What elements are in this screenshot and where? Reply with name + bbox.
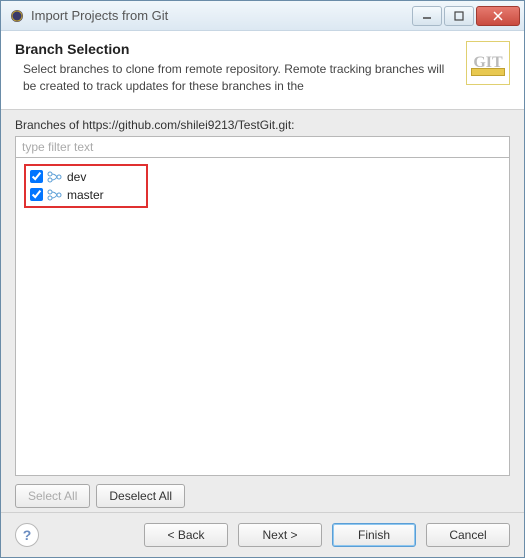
content-area: Branches of https://github.com/shilei921… — [1, 110, 524, 512]
branch-item-dev[interactable]: dev — [28, 168, 106, 186]
branch-item-master[interactable]: master — [28, 186, 106, 204]
wizard-header: Branch Selection Select branches to clon… — [1, 31, 524, 110]
back-button[interactable]: < Back — [144, 523, 228, 547]
page-title: Branch Selection — [15, 41, 456, 57]
filter-input[interactable] — [15, 136, 510, 158]
git-icon: GIT — [466, 41, 510, 85]
dialog-window: Import Projects from Git Branch Selectio… — [0, 0, 525, 558]
selection-buttons: Select All Deselect All — [15, 484, 510, 508]
branch-checkbox[interactable] — [30, 188, 43, 201]
branches-label: Branches of https://github.com/shilei921… — [15, 118, 510, 132]
window-title: Import Projects from Git — [31, 8, 412, 23]
branch-list[interactable]: dev master — [15, 158, 510, 476]
next-button[interactable]: Next > — [238, 523, 322, 547]
eclipse-icon — [9, 8, 25, 24]
help-button[interactable]: ? — [15, 523, 39, 547]
branch-name: master — [67, 188, 104, 202]
cancel-button[interactable]: Cancel — [426, 523, 510, 547]
branch-icon — [47, 169, 63, 185]
wizard-footer: ? < Back Next > Finish Cancel — [1, 512, 524, 557]
branch-checkbox[interactable] — [30, 170, 43, 183]
branch-icon — [47, 187, 63, 203]
branch-name: dev — [67, 170, 86, 184]
select-all-button[interactable]: Select All — [15, 484, 90, 508]
title-bar: Import Projects from Git — [1, 1, 524, 31]
page-description: Select branches to clone from remote rep… — [15, 61, 456, 95]
close-button[interactable] — [476, 6, 520, 26]
window-controls — [412, 6, 520, 26]
finish-button[interactable]: Finish — [332, 523, 416, 547]
highlight-annotation: dev master — [24, 164, 148, 208]
deselect-all-button[interactable]: Deselect All — [96, 484, 185, 508]
minimize-button[interactable] — [412, 6, 442, 26]
maximize-button[interactable] — [444, 6, 474, 26]
